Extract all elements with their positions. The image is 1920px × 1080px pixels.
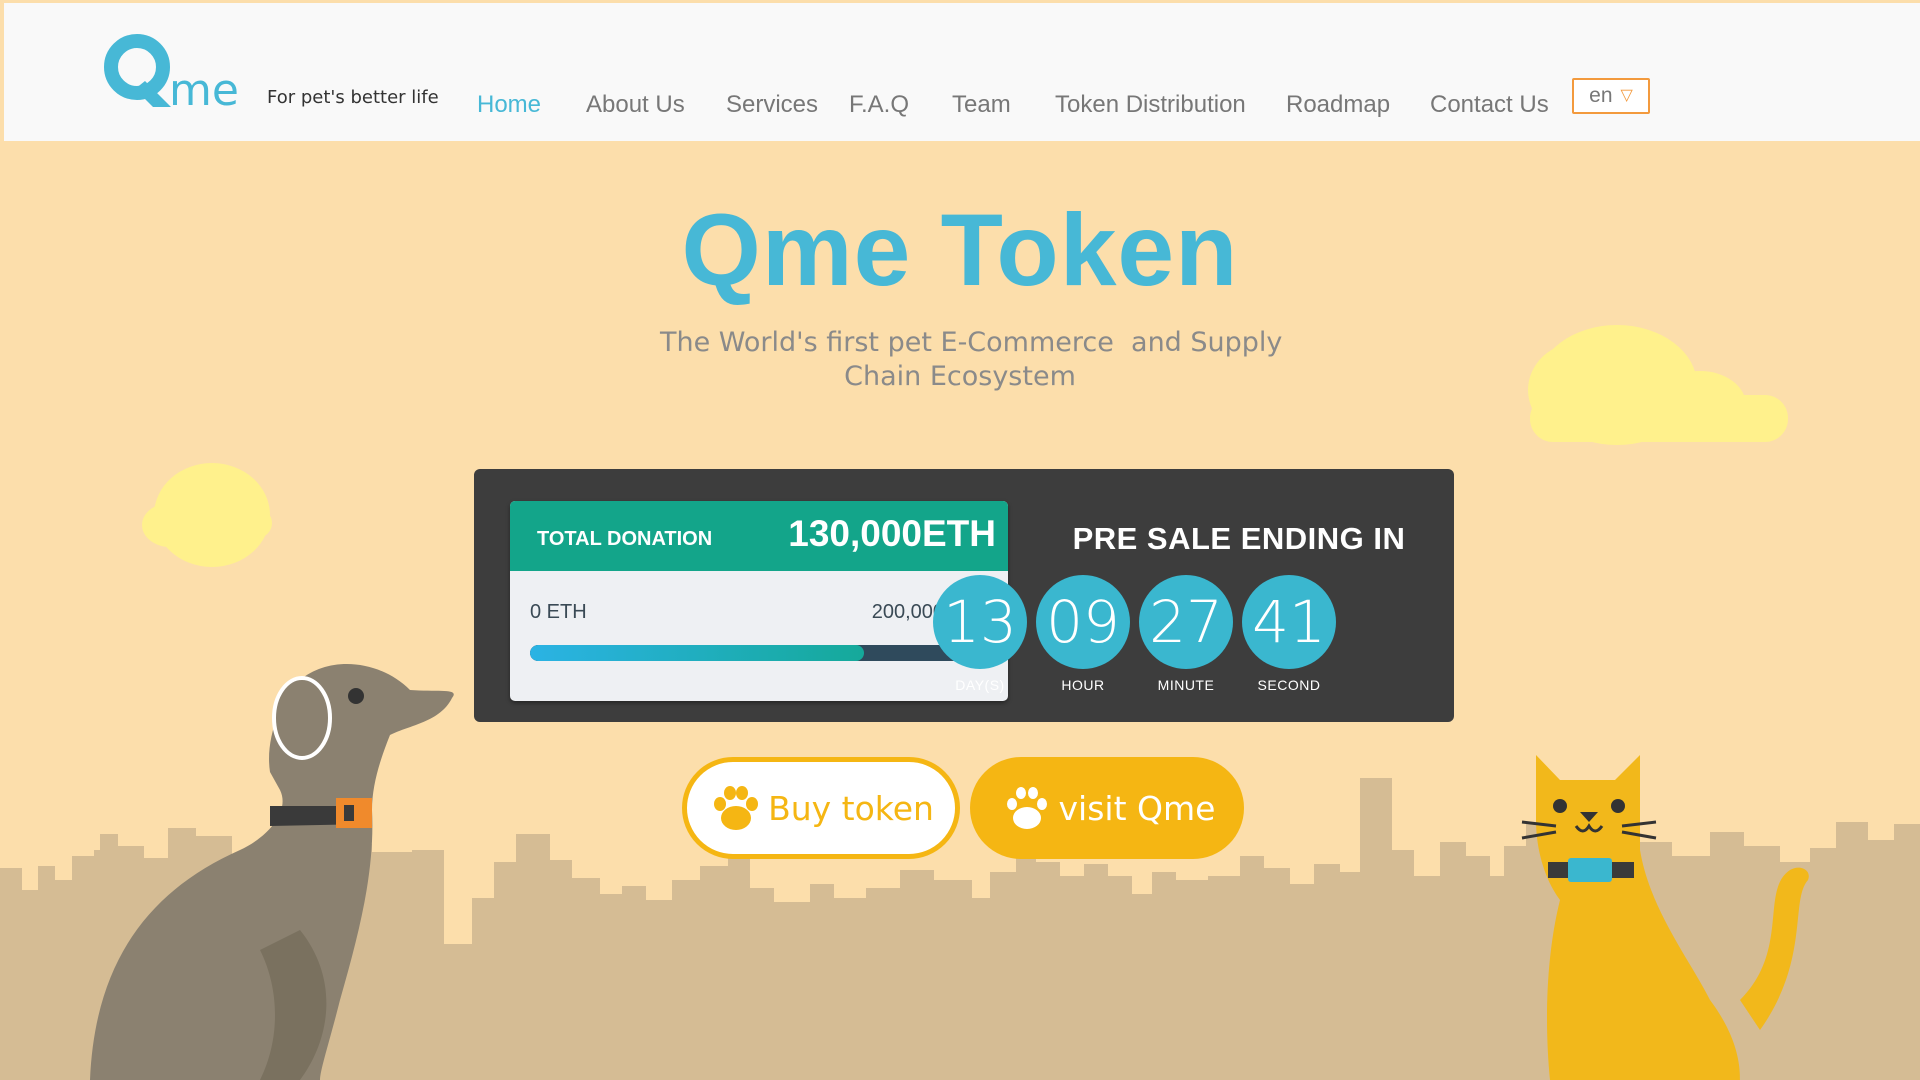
cloud-left [142,463,272,567]
paw-icon [1006,787,1047,829]
presale-title: PRE SALE ENDING IN [1072,521,1406,556]
donation-total: 130,000ETH [788,513,996,554]
nav-about-us[interactable]: About Us [586,91,685,119]
countdown-seconds: 41 SECOND [1241,575,1337,693]
hero-subtitle-line-2: Chain Ecosystem [844,361,1076,392]
buy-token-button[interactable]: Buy token [682,757,960,859]
nav-faq[interactable]: F.A.Q [849,91,909,119]
nav-roadmap[interactable]: Roadmap [1286,91,1390,119]
donation-progress-bar [530,645,988,661]
nav-home[interactable]: Home [477,91,541,119]
countdown-hours-value: 09 [1036,575,1130,669]
tagline: For pet's better life [267,87,439,108]
hero-subtitle-line-1: The World's first pet E-Commerce and Sup… [660,327,1283,358]
donation-min-label: 0 ETH [530,601,587,623]
nav-contact-us[interactable]: Contact Us [1430,91,1549,119]
countdown-minutes-value: 27 [1139,575,1233,669]
visit-qme-button[interactable]: visit Qme [970,757,1244,859]
triangle-down-icon: ▽ [1620,87,1633,104]
nav-token-distribution[interactable]: Token Distribution [1055,91,1246,119]
countdown-minutes-label: MINUTE [1157,677,1215,693]
presale-panel: TOTAL DONATION 130,000ETH 0 ETH 200,000E… [474,469,1454,722]
countdown-days: 13 DAY(S) [932,575,1028,693]
countdown-days-value: 13 [933,575,1027,669]
countdown-seconds-value: 41 [1242,575,1336,669]
countdown-hours: 09 HOUR [1035,575,1131,693]
logo-text: me [169,65,239,113]
countdown-minutes: 27 MINUTE [1138,575,1234,693]
nav-team[interactable]: Team [952,91,1011,119]
buy-token-label: Buy token [768,788,934,828]
nav-services[interactable]: Services [726,91,818,119]
donation-label: TOTAL DONATION [537,528,713,550]
donation-progress-fill [530,645,865,661]
donation-header: TOTAL DONATION 130,000ETH [510,501,1008,571]
countdown-days-label: DAY(S) [955,677,1005,693]
qme-logo[interactable]: me [101,33,241,113]
countdown-hours-label: HOUR [1061,677,1105,693]
hero-subtitle: The World's first pet E-Commerce and Sup… [660,326,1283,394]
language-value: en [1589,84,1613,107]
language-select[interactable]: en ▽ [1572,78,1650,114]
cloud-right [1528,325,1788,445]
site-header: me For pet's better life Home About Us S… [4,3,1920,141]
visit-qme-label: visit Qme [1058,788,1216,828]
paw-icon [714,786,759,830]
countdown-seconds-label: SECOND [1257,677,1321,693]
hero-title: Qme Token [681,193,1239,307]
